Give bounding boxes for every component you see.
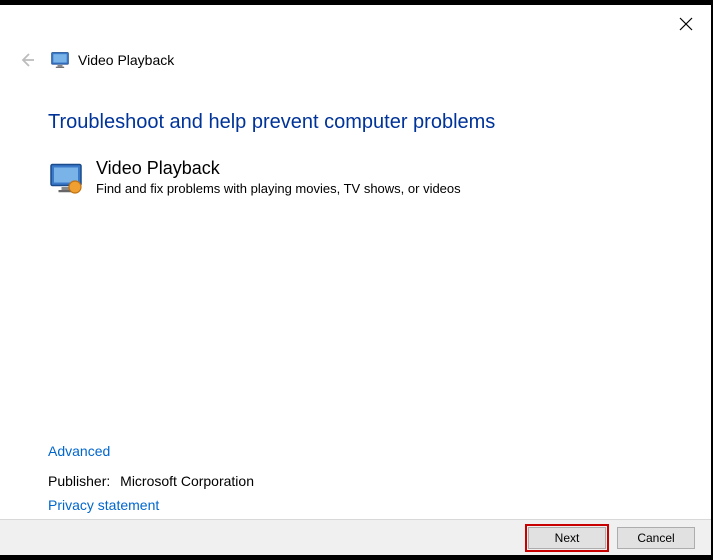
troubleshooter-item: Video Playback Find and fix problems wit… <box>48 158 663 196</box>
publisher-label: Publisher: <box>48 473 110 489</box>
advanced-link-row: Advanced <box>48 443 110 459</box>
titlebar <box>0 5 711 43</box>
troubleshooter-window: Video Playback Troubleshoot and help pre… <box>0 5 713 555</box>
back-button <box>18 51 36 69</box>
content-area: Troubleshoot and help prevent computer p… <box>0 77 711 196</box>
monitor-playback-icon <box>48 160 84 196</box>
cancel-button[interactable]: Cancel <box>617 527 695 549</box>
troubleshooter-icon <box>48 160 84 196</box>
page-heading: Troubleshoot and help prevent computer p… <box>48 111 663 134</box>
advanced-link[interactable]: Advanced <box>48 443 110 459</box>
back-arrow-icon <box>18 51 36 69</box>
troubleshooter-text: Video Playback Find and fix problems wit… <box>96 158 461 196</box>
next-button[interactable]: Next <box>528 527 606 549</box>
button-bar: Next Cancel <box>0 519 711 555</box>
troubleshooter-title: Video Playback <box>96 158 461 179</box>
header-row: Video Playback <box>0 43 711 77</box>
monitor-playback-icon <box>50 50 70 70</box>
publisher-row: Publisher: Microsoft Corporation <box>48 473 254 489</box>
next-button-highlight: Next <box>525 524 609 552</box>
troubleshooter-description: Find and fix problems with playing movie… <box>96 181 461 196</box>
publisher-value: Microsoft Corporation <box>120 473 254 489</box>
close-icon <box>679 17 693 31</box>
header-icon <box>50 50 70 70</box>
header-title: Video Playback <box>78 52 174 68</box>
privacy-link-row: Privacy statement <box>48 497 159 513</box>
privacy-link[interactable]: Privacy statement <box>48 497 159 513</box>
close-button[interactable] <box>679 17 693 31</box>
